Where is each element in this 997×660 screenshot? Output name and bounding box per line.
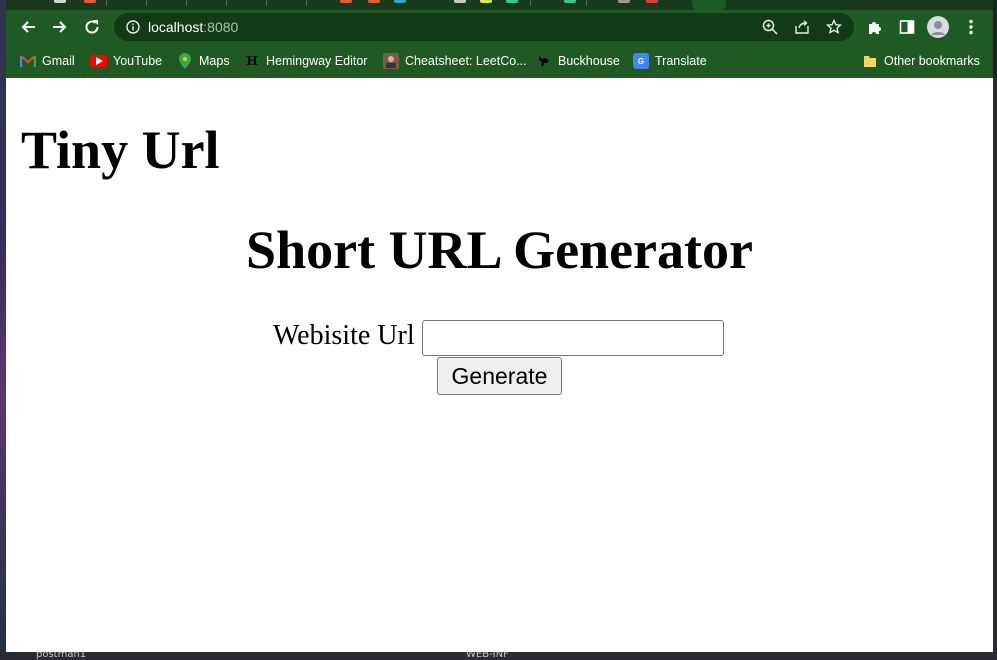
generate-button[interactable]: Generate <box>437 357 562 395</box>
side-panel-icon <box>899 20 915 34</box>
bookmark-star-icon[interactable] <box>821 14 847 40</box>
translate-icon: G <box>633 53 649 69</box>
bookmarks-bar: Gmail YouTube Maps H Hemingway Editor Ch… <box>6 44 993 78</box>
bookmark-label: Translate <box>655 54 707 68</box>
reload-button[interactable] <box>79 14 105 40</box>
url-host: localhost <box>148 19 204 35</box>
bookmark-youtube[interactable]: YouTube <box>90 50 162 72</box>
address-bar[interactable]: localhost:8080 <box>114 13 854 41</box>
youtube-icon <box>90 55 107 67</box>
other-bookmarks-label: Other bookmarks <box>884 54 980 68</box>
tab-separator <box>226 0 227 6</box>
tab-separator <box>186 0 187 6</box>
back-arrow-icon <box>21 21 35 33</box>
bookmark-label: Buckhouse <box>558 54 620 68</box>
extensions-button[interactable] <box>862 14 888 40</box>
other-bookmarks[interactable]: Other bookmarks <box>862 50 980 72</box>
bookmark-buckhouse[interactable]: Buckhouse <box>536 50 620 72</box>
forward-arrow-icon <box>53 21 67 33</box>
bookmark-translate[interactable]: G Translate <box>633 50 707 72</box>
bookmark-hemingway[interactable]: H Hemingway Editor <box>244 50 367 72</box>
zoom-icon[interactable] <box>757 14 783 40</box>
url-port: :8080 <box>203 19 239 35</box>
tab-favicon[interactable] <box>368 0 380 3</box>
puzzle-icon <box>869 22 881 34</box>
tab-favicon[interactable] <box>506 0 518 3</box>
bookmark-label: YouTube <box>113 54 163 68</box>
profile-photo-icon <box>383 53 399 69</box>
buckhouse-icon <box>536 53 552 69</box>
tab-separator <box>146 0 147 6</box>
page-content: Tiny Url Short URL Generator Webisite Ur… <box>6 78 993 652</box>
tab-separator <box>106 0 107 6</box>
url-text: localhost:8080 <box>148 19 238 35</box>
back-button[interactable] <box>15 14 41 40</box>
tab-favicon[interactable] <box>340 0 352 3</box>
tab-separator <box>306 0 307 6</box>
tab-favicon[interactable] <box>454 0 466 3</box>
share-icon[interactable] <box>789 14 815 40</box>
bookmark-label: Maps <box>199 54 230 68</box>
bookmark-gmail[interactable]: Gmail <box>20 50 75 72</box>
tab-favicon[interactable] <box>84 0 96 3</box>
tab-separator <box>530 0 531 6</box>
profile-button[interactable] <box>925 14 951 40</box>
generator-heading: Short URL Generator <box>246 220 753 280</box>
browser-window: localhost:8080 Gmail YouTube Maps H Hemi… <box>6 0 993 652</box>
tab-favicon[interactable] <box>564 0 576 3</box>
kebab-menu-icon <box>969 19 973 35</box>
maps-icon <box>177 53 193 69</box>
folder-icon <box>862 53 878 69</box>
tab-separator <box>266 0 267 6</box>
bookmark-label: Gmail <box>42 54 75 68</box>
active-tab[interactable] <box>692 0 726 10</box>
bookmark-maps[interactable]: Maps <box>177 50 230 72</box>
bookmark-label: Hemingway Editor <box>266 54 368 68</box>
tab-favicon[interactable] <box>480 0 492 3</box>
site-info-icon[interactable] <box>120 14 146 40</box>
browser-toolbar: localhost:8080 <box>6 10 993 44</box>
site-title: Tiny Url <box>21 120 220 180</box>
tab-favicon[interactable] <box>54 0 66 3</box>
tab-favicon[interactable] <box>618 0 630 3</box>
bookmark-cheatsheet[interactable]: Cheatsheet: LeetCo... <box>383 50 527 72</box>
tab-favicon[interactable] <box>394 0 406 3</box>
side-panel-button[interactable] <box>894 14 920 40</box>
tab-strip[interactable] <box>6 0 993 10</box>
tab-favicon[interactable] <box>646 0 658 3</box>
tab-separator <box>586 0 587 6</box>
forward-button[interactable] <box>47 14 73 40</box>
website-url-input[interactable] <box>422 320 724 356</box>
hemingway-icon: H <box>246 54 258 68</box>
profile-avatar-icon <box>927 16 949 38</box>
menu-button[interactable] <box>958 14 984 40</box>
website-url-label: Webisite Url <box>273 320 415 351</box>
reload-icon <box>85 20 99 34</box>
gmail-icon <box>20 53 36 69</box>
bookmark-label: Cheatsheet: LeetCo... <box>405 54 527 68</box>
desktop-background-right <box>993 78 997 650</box>
